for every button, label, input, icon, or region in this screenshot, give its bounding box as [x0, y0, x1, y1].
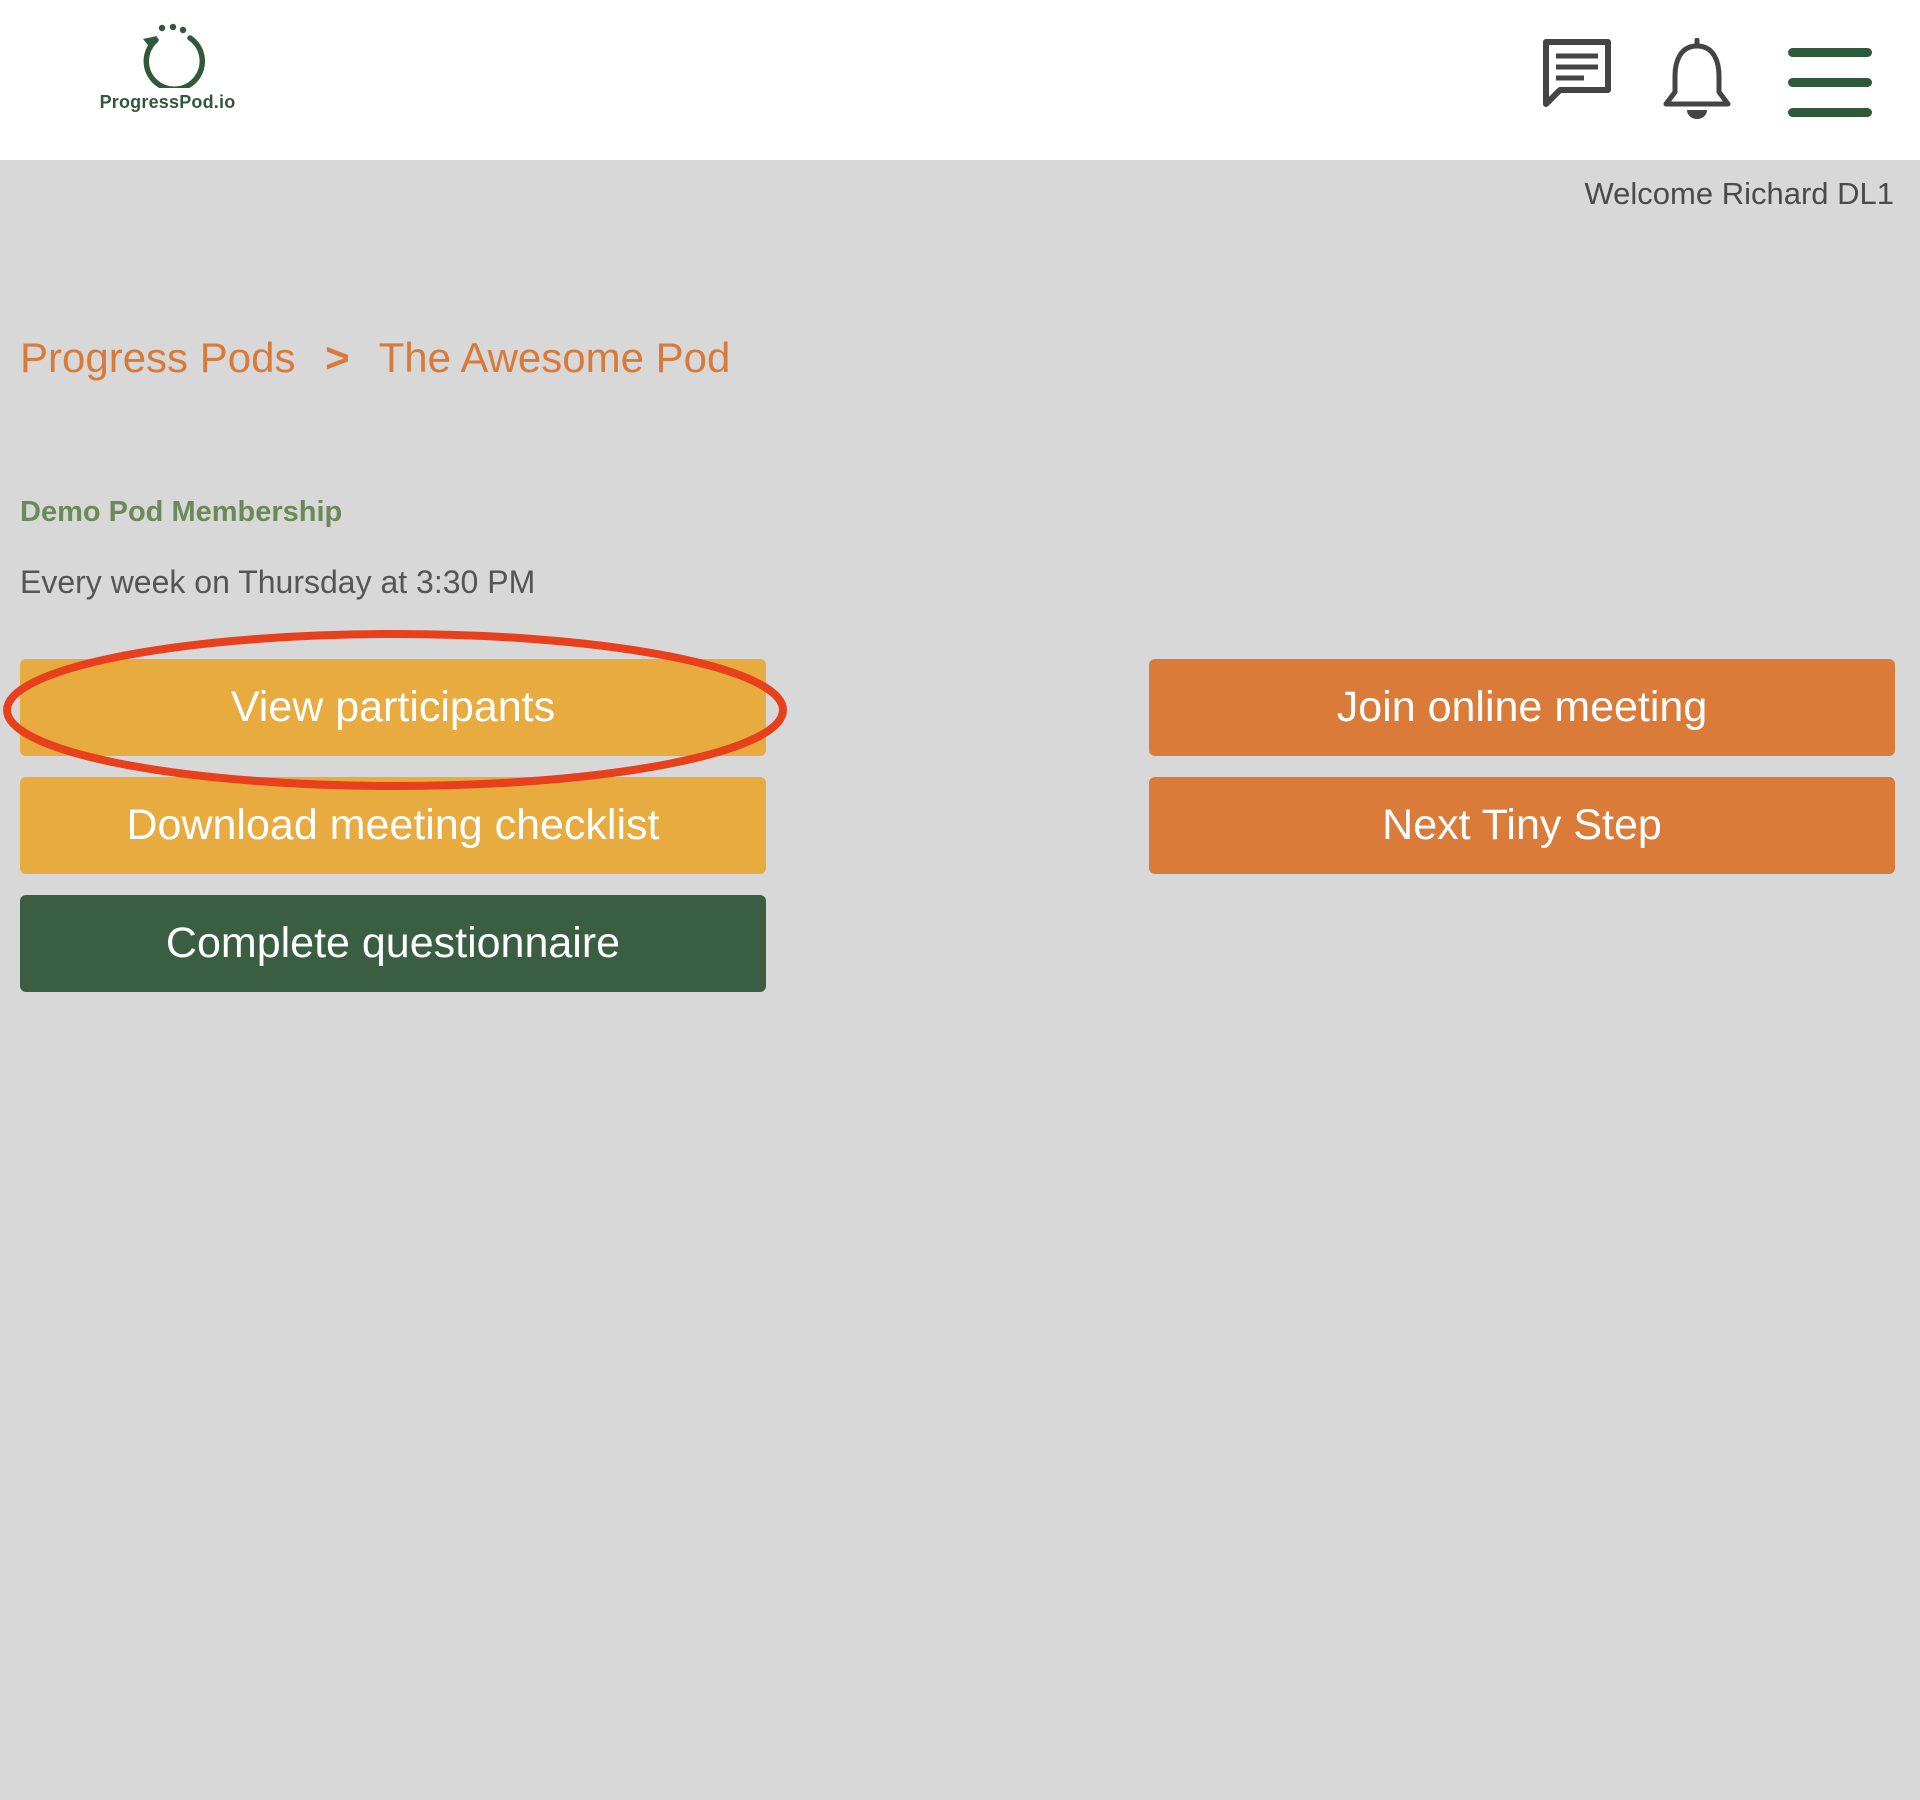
welcome-message: Welcome Richard DL1	[1584, 176, 1894, 211]
top-header: ProgressPod.io	[0, 0, 1920, 160]
complete-questionnaire-button[interactable]: Complete questionnaire	[20, 895, 766, 992]
breadcrumb-separator: >	[325, 334, 350, 381]
logo[interactable]: ProgressPod.io	[95, 22, 240, 132]
logo-text: ProgressPod.io	[99, 92, 236, 112]
chat-icon[interactable]	[1540, 36, 1614, 117]
breadcrumb: Progress Pods > The Awesome Pod	[20, 334, 730, 382]
pod-title: Demo Pod Membership	[20, 496, 343, 528]
breadcrumb-progress-pods-link[interactable]: Progress Pods	[20, 334, 295, 381]
download-checklist-button[interactable]: Download meeting checklist	[20, 777, 766, 874]
next-tiny-step-button[interactable]: Next Tiny Step	[1149, 777, 1895, 874]
bell-icon[interactable]	[1660, 37, 1734, 127]
breadcrumb-current-pod[interactable]: The Awesome Pod	[379, 334, 731, 381]
view-participants-button[interactable]: View participants	[20, 659, 766, 756]
hamburger-menu-icon[interactable]	[1785, 46, 1875, 125]
join-online-meeting-button[interactable]: Join online meeting	[1149, 659, 1895, 756]
pod-schedule: Every week on Thursday at 3:30 PM	[20, 564, 536, 600]
progress-refresh-icon	[142, 23, 205, 88]
